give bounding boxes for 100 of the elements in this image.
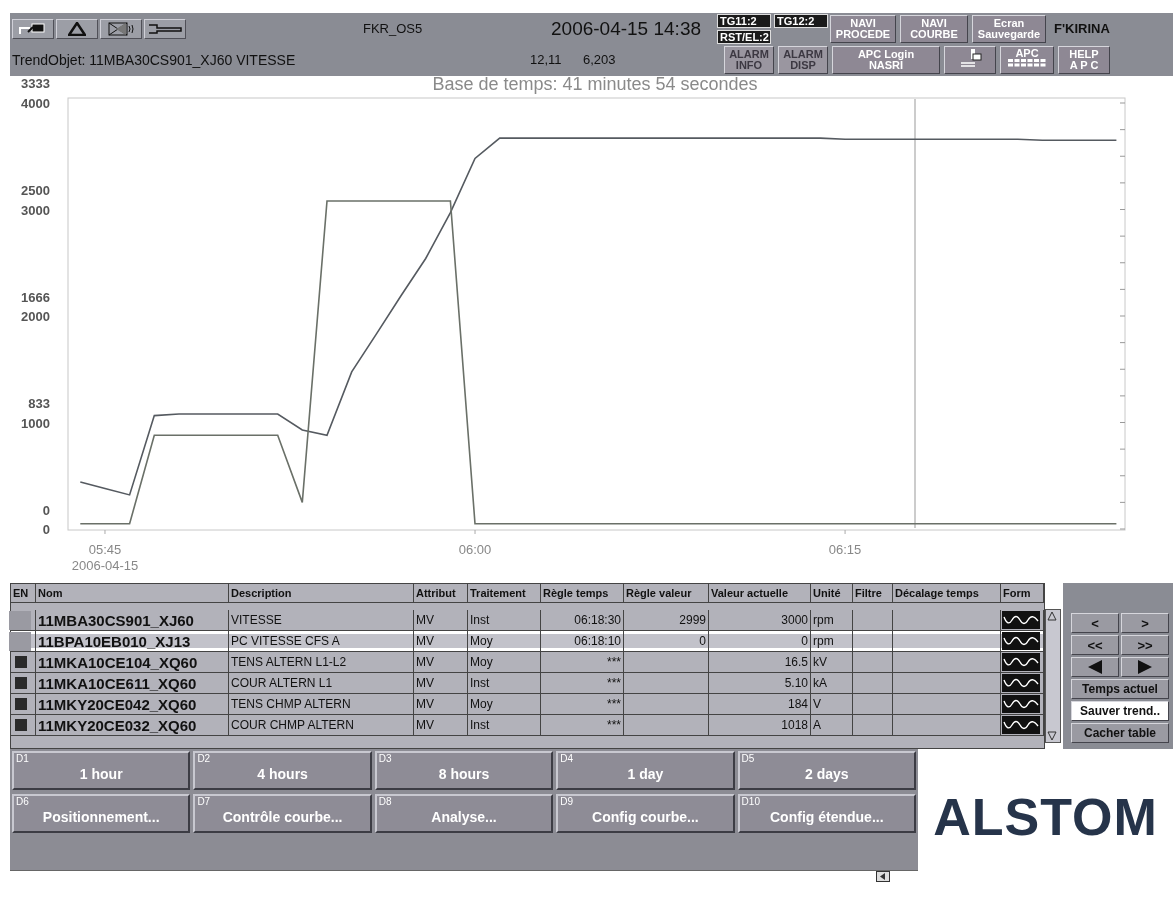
header-button[interactable]: Ecran Sauvegarde — [972, 14, 1046, 43]
table-cell: MV — [416, 718, 434, 732]
axis-label: 3333 — [21, 76, 50, 91]
waveform-icon[interactable] — [1002, 695, 1040, 713]
waveform-icon[interactable] — [1002, 674, 1040, 692]
table-cell: Moy — [470, 634, 493, 648]
step-button[interactable]: < — [1071, 613, 1119, 633]
readout-value: 6,203 — [583, 52, 617, 67]
table-cell: V — [813, 697, 821, 711]
station-name: FKR_OS5 — [363, 21, 424, 36]
function-key-button[interactable]: D1 1 hour — [12, 751, 191, 790]
table-cell: *** — [607, 655, 621, 669]
status-tag: RST/EL:2 — [717, 29, 771, 44]
toolbar-button[interactable] — [100, 18, 142, 39]
table-cell: 11MKA10CE104_XQ60 — [38, 653, 198, 671]
table-cell: *** — [607, 697, 621, 711]
table-cell: 2999 — [679, 613, 706, 627]
table-cell: 11MKY20CE032_XQ60 — [38, 716, 197, 734]
column-header: Règle valeur — [624, 584, 709, 602]
readout-value: 12,11 — [530, 52, 563, 67]
column-header: Règle temps — [541, 584, 624, 602]
table-cell: 11MKY20CE042_XQ60 — [38, 695, 197, 713]
step-button[interactable] — [1121, 657, 1169, 677]
left-triangle-icon — [1087, 660, 1103, 674]
function-key-button[interactable]: D9 Config courbe... — [556, 794, 735, 833]
table-cell: MV — [416, 697, 434, 711]
toolbar-button[interactable] — [144, 18, 186, 39]
function-key-button[interactable]: D10 Config étendue... — [737, 794, 916, 833]
date-time: 2006-04-15 14:38 — [551, 17, 702, 40]
table-cell: VITESSE — [231, 613, 282, 627]
grid-icon — [1007, 58, 1047, 67]
table-row[interactable]: 11MKY20CE032_XQ60 COUR CHMP ALTERN MV Inst *** 1018 A — [11, 715, 1044, 736]
waveform-icon[interactable] — [1002, 611, 1040, 629]
column-header: Nom — [36, 584, 229, 602]
function-key-button[interactable]: D5 2 days — [737, 751, 916, 790]
step-button[interactable]: > — [1121, 613, 1169, 633]
function-key-button[interactable]: D7 Contrôle courbe... — [193, 794, 372, 833]
table-cell: kA — [813, 676, 827, 690]
axis-label: 0 — [42, 522, 50, 537]
chart-title: Base de temps: 41 minutes 54 secondes — [432, 76, 758, 94]
table-cell: 06:18:30 — [574, 613, 621, 627]
axis-label: 1666 — [21, 289, 50, 305]
toolbar-button[interactable] — [56, 18, 98, 39]
table-cell: A — [813, 718, 821, 732]
date-label: 2006-04-15 — [71, 558, 139, 573]
action-button[interactable]: Cacher table — [1071, 723, 1169, 743]
table-cell: TENS ALTERN L1-L2 — [231, 655, 347, 669]
scrollbar[interactable] — [1045, 609, 1061, 743]
layout-button[interactable] — [944, 45, 996, 74]
down-arrow-icon[interactable] — [1046, 730, 1058, 742]
toolbar-button[interactable] — [12, 18, 54, 39]
trend-object-label: TrendObjet: 11MBA30CS901_XJ60 VITESSE — [12, 51, 297, 68]
table-cell: 5.10 — [784, 676, 808, 690]
axis-label: 06:00 — [458, 542, 492, 557]
function-key-button[interactable]: D4 1 day — [556, 751, 735, 790]
column-header: Traitement — [468, 584, 541, 602]
waveform-icon[interactable] — [1002, 716, 1040, 734]
axis-label: 1000 — [21, 415, 50, 431]
step-button[interactable]: << — [1071, 635, 1119, 655]
function-key-button[interactable]: D8 Analyse... — [374, 794, 554, 833]
axis-label: 06:15 — [828, 542, 862, 557]
table-row[interactable]: 11MKY20CE042_XQ60 TENS CHMP ALTERN MV Moy *** 184 V — [11, 694, 1044, 715]
table-cell: 11MKA10CE611_XQ60 — [38, 674, 197, 692]
header-button[interactable]: NAVI COURBE — [900, 14, 968, 43]
waveform-icon[interactable] — [1002, 632, 1040, 650]
table-row[interactable]: 11MKA10CE611_XQ60 COUR ALTERN L1 MV Inst *** 5.10 kA — [11, 673, 1044, 694]
table-cell: rpm — [813, 613, 834, 627]
table-cell: 0 — [801, 634, 808, 648]
step-button[interactable] — [1071, 657, 1119, 677]
table-row[interactable]: 11MKA10CE104_XQ60 TENS ALTERN L1-L2 MV Moy *** 16.5 kV — [11, 652, 1044, 673]
step-button[interactable]: >> — [1121, 635, 1169, 655]
column-header: Description — [229, 584, 414, 602]
table-cell: 16.5 — [784, 655, 808, 669]
header-button[interactable]: APC Login NASRI — [832, 45, 940, 74]
function-key-button[interactable]: D6 Positionnement... — [12, 794, 191, 833]
window-icon — [18, 21, 48, 36]
axis-label: 05:45 — [88, 542, 122, 557]
header-button[interactable]: HELP A P C — [1058, 45, 1110, 74]
right-triangle-icon — [1137, 660, 1153, 674]
column-header: EN — [11, 584, 36, 602]
table-cell: Inst — [470, 676, 490, 690]
up-arrow-icon[interactable] — [1046, 610, 1058, 622]
header-button[interactable]: NAVI PROCEDE — [830, 14, 896, 43]
wrench-icon — [147, 22, 183, 35]
function-key-button[interactable]: D2 4 hours — [193, 751, 372, 790]
table-cell: Moy — [470, 697, 493, 711]
table-row[interactable]: 11BPA10EB010_XJ13 PC VITESSE CFS A MV Moy 06:18:10 0 0 rpm — [11, 631, 1044, 652]
table-cell: COUR ALTERN L1 — [231, 676, 333, 690]
action-button[interactable]: Sauver trend.. — [1071, 701, 1169, 721]
function-key-button[interactable]: D3 8 hours — [374, 751, 554, 790]
table-cell: 3000 — [781, 613, 808, 627]
axis-label: 4000 — [21, 96, 50, 111]
waveform-icon[interactable] — [1002, 653, 1040, 671]
apc-button[interactable]: APC — [1000, 45, 1054, 74]
action-button[interactable]: Temps actuel — [1071, 679, 1169, 699]
table-cell: *** — [607, 676, 621, 690]
axis-label: 2000 — [21, 309, 50, 324]
table-cell: 0 — [699, 634, 706, 648]
axis-label: 833 — [28, 396, 50, 412]
column-header: Valeur actuelle — [709, 584, 811, 602]
